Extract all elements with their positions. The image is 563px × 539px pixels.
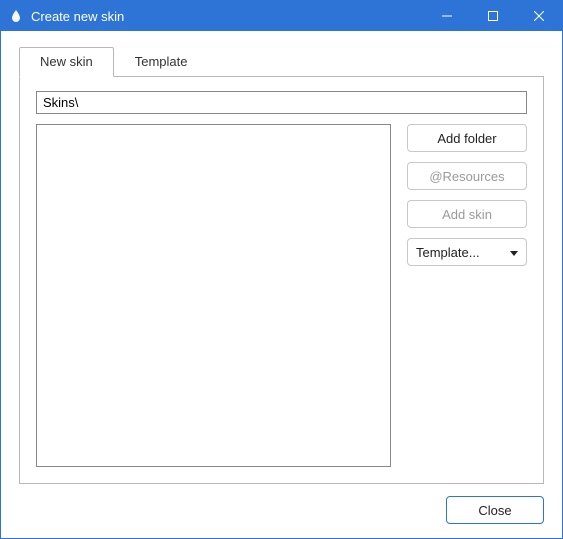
tab-strip: New skin Template xyxy=(19,47,544,76)
tab-panel-new-skin: Add folder @Resources Add skin Template.… xyxy=(19,76,544,484)
titlebar[interactable]: Create new skin xyxy=(1,1,562,31)
button-label: Template... xyxy=(416,245,480,260)
caret-down-icon xyxy=(510,245,518,260)
template-dropdown[interactable]: Template... xyxy=(407,238,527,266)
resources-button: @Resources xyxy=(407,162,527,190)
maximize-button[interactable] xyxy=(470,1,516,31)
close-button[interactable]: Close xyxy=(446,496,544,524)
window-title: Create new skin xyxy=(31,9,424,24)
add-folder-button[interactable]: Add folder xyxy=(407,124,527,152)
tab-template[interactable]: Template xyxy=(114,47,209,76)
dialog-window: Create new skin New skin Template xyxy=(0,0,563,539)
path-input[interactable] xyxy=(36,91,527,114)
skin-tree[interactable] xyxy=(36,124,391,467)
button-label: Close xyxy=(478,503,511,518)
dialog-footer: Close xyxy=(1,484,562,538)
tab-label: New skin xyxy=(40,54,93,69)
add-skin-button: Add skin xyxy=(407,200,527,228)
tab-label: Template xyxy=(135,54,188,69)
tab-new-skin[interactable]: New skin xyxy=(19,47,114,77)
button-label: @Resources xyxy=(429,169,504,184)
side-button-column: Add folder @Resources Add skin Template.… xyxy=(407,124,527,467)
close-window-button[interactable] xyxy=(516,1,562,31)
window-controls xyxy=(424,1,562,31)
minimize-button[interactable] xyxy=(424,1,470,31)
main-row: Add folder @Resources Add skin Template.… xyxy=(36,124,527,467)
button-label: Add skin xyxy=(442,207,492,222)
raindrop-icon xyxy=(9,9,23,23)
content-area: New skin Template Add folder @Resources xyxy=(1,31,562,484)
button-label: Add folder xyxy=(437,131,496,146)
